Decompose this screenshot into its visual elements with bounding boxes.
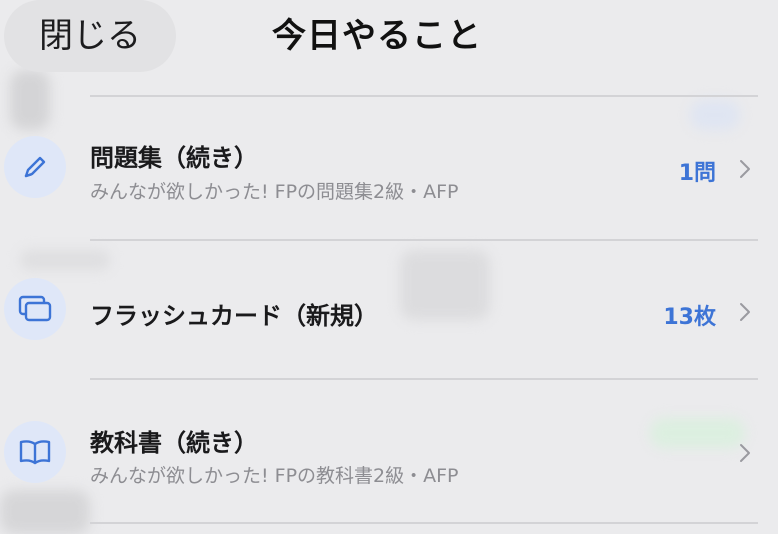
task-row-textbook[interactable]: 教科書（続き） みんなが欲しかった! FPの教科書2級・AFP xyxy=(0,379,778,523)
task-title: 問題集（続き） xyxy=(90,144,258,172)
task-row-flashcards[interactable]: フラッシュカード（新規） 13枚 xyxy=(0,240,778,379)
header: 閉じる 今日やること xyxy=(0,0,778,72)
task-subtitle: みんなが欲しかった! FPの教科書2級・AFP xyxy=(90,465,459,487)
chevron-right-icon xyxy=(740,160,750,178)
divider xyxy=(90,522,758,524)
book-icon xyxy=(19,440,51,465)
chevron-right-icon xyxy=(740,303,750,321)
task-count: 13枚 xyxy=(663,305,716,330)
task-title: 教科書（続き） xyxy=(90,429,258,457)
pencil-icon-badge xyxy=(4,136,66,198)
book-icon-badge xyxy=(4,421,66,483)
task-count: 1問 xyxy=(678,161,716,186)
today-todo-sheet: 閉じる 今日やること 問題集（続き） みんなが欲しかった! FPの問題集2級・A… xyxy=(0,0,778,534)
task-title: フラッシュカード（新規） xyxy=(90,302,378,330)
page-title-wrap: 今日やること xyxy=(0,8,778,57)
cards-icon xyxy=(18,295,52,322)
page-title: 今日やること xyxy=(272,16,482,56)
task-subtitle: みんなが欲しかった! FPの問題集2級・AFP xyxy=(90,181,459,203)
chevron-right-icon xyxy=(740,444,750,462)
task-row-workbook[interactable]: 問題集（続き） みんなが欲しかった! FPの問題集2級・AFP 1問 xyxy=(0,96,778,240)
pencil-icon xyxy=(24,156,46,178)
cards-icon-badge xyxy=(4,278,66,340)
